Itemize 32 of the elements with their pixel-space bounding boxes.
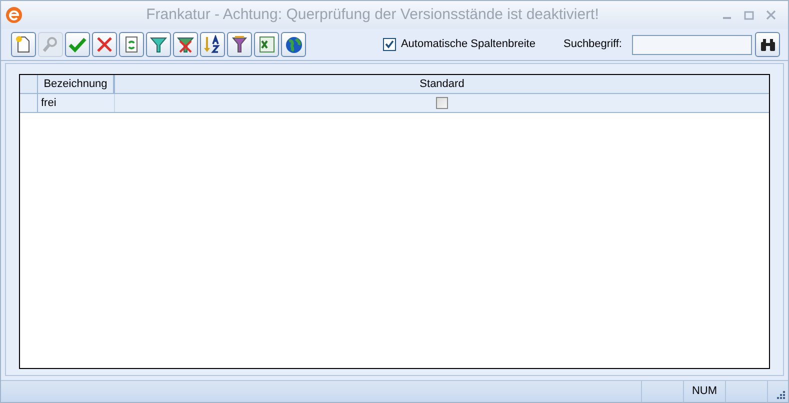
checkmark-icon bbox=[68, 35, 87, 54]
toolbar-button[interactable] bbox=[254, 32, 279, 57]
funnel-cross-icon bbox=[176, 35, 195, 54]
magnifier-icon bbox=[41, 35, 60, 54]
checkbox-label: Automatische Spaltenbreite bbox=[400, 37, 536, 52]
table-cell: frei bbox=[38, 94, 115, 112]
cross-icon bbox=[95, 35, 114, 54]
checkbox[interactable] bbox=[382, 38, 396, 51]
toolbar-button[interactable] bbox=[227, 32, 252, 57]
toolbar-button[interactable] bbox=[200, 32, 225, 57]
resize-grip-icon[interactable] bbox=[777, 391, 786, 400]
spreadsheet-icon bbox=[257, 35, 276, 54]
find-button[interactable] bbox=[755, 32, 780, 57]
app-logo-icon bbox=[5, 6, 23, 24]
funnel-stack-icon bbox=[230, 35, 249, 54]
toolbar-button[interactable] bbox=[146, 32, 171, 57]
checkbox[interactable] bbox=[436, 97, 448, 109]
checkmark-icon bbox=[384, 40, 394, 49]
toolbar-button[interactable] bbox=[11, 32, 36, 57]
toolbar-button[interactable] bbox=[92, 32, 117, 57]
sort-az-icon bbox=[203, 35, 222, 54]
globe-icon bbox=[284, 35, 303, 54]
num-lock-indicator: NUM bbox=[684, 381, 726, 402]
binoculars-icon bbox=[760, 38, 776, 52]
toolbar-button[interactable] bbox=[173, 32, 198, 57]
column-header[interactable]: Standard bbox=[115, 75, 769, 93]
search-field[interactable] bbox=[632, 34, 752, 54]
window-title: Frankatur - Achtung: Querprüfung der Versionsstände ist deaktiviert! bbox=[145, 4, 600, 25]
search-label: Suchbegriff: bbox=[563, 37, 622, 52]
funnel-icon bbox=[149, 35, 168, 54]
toolbar-button[interactable] bbox=[281, 32, 306, 57]
toolbar-button[interactable] bbox=[119, 32, 144, 57]
